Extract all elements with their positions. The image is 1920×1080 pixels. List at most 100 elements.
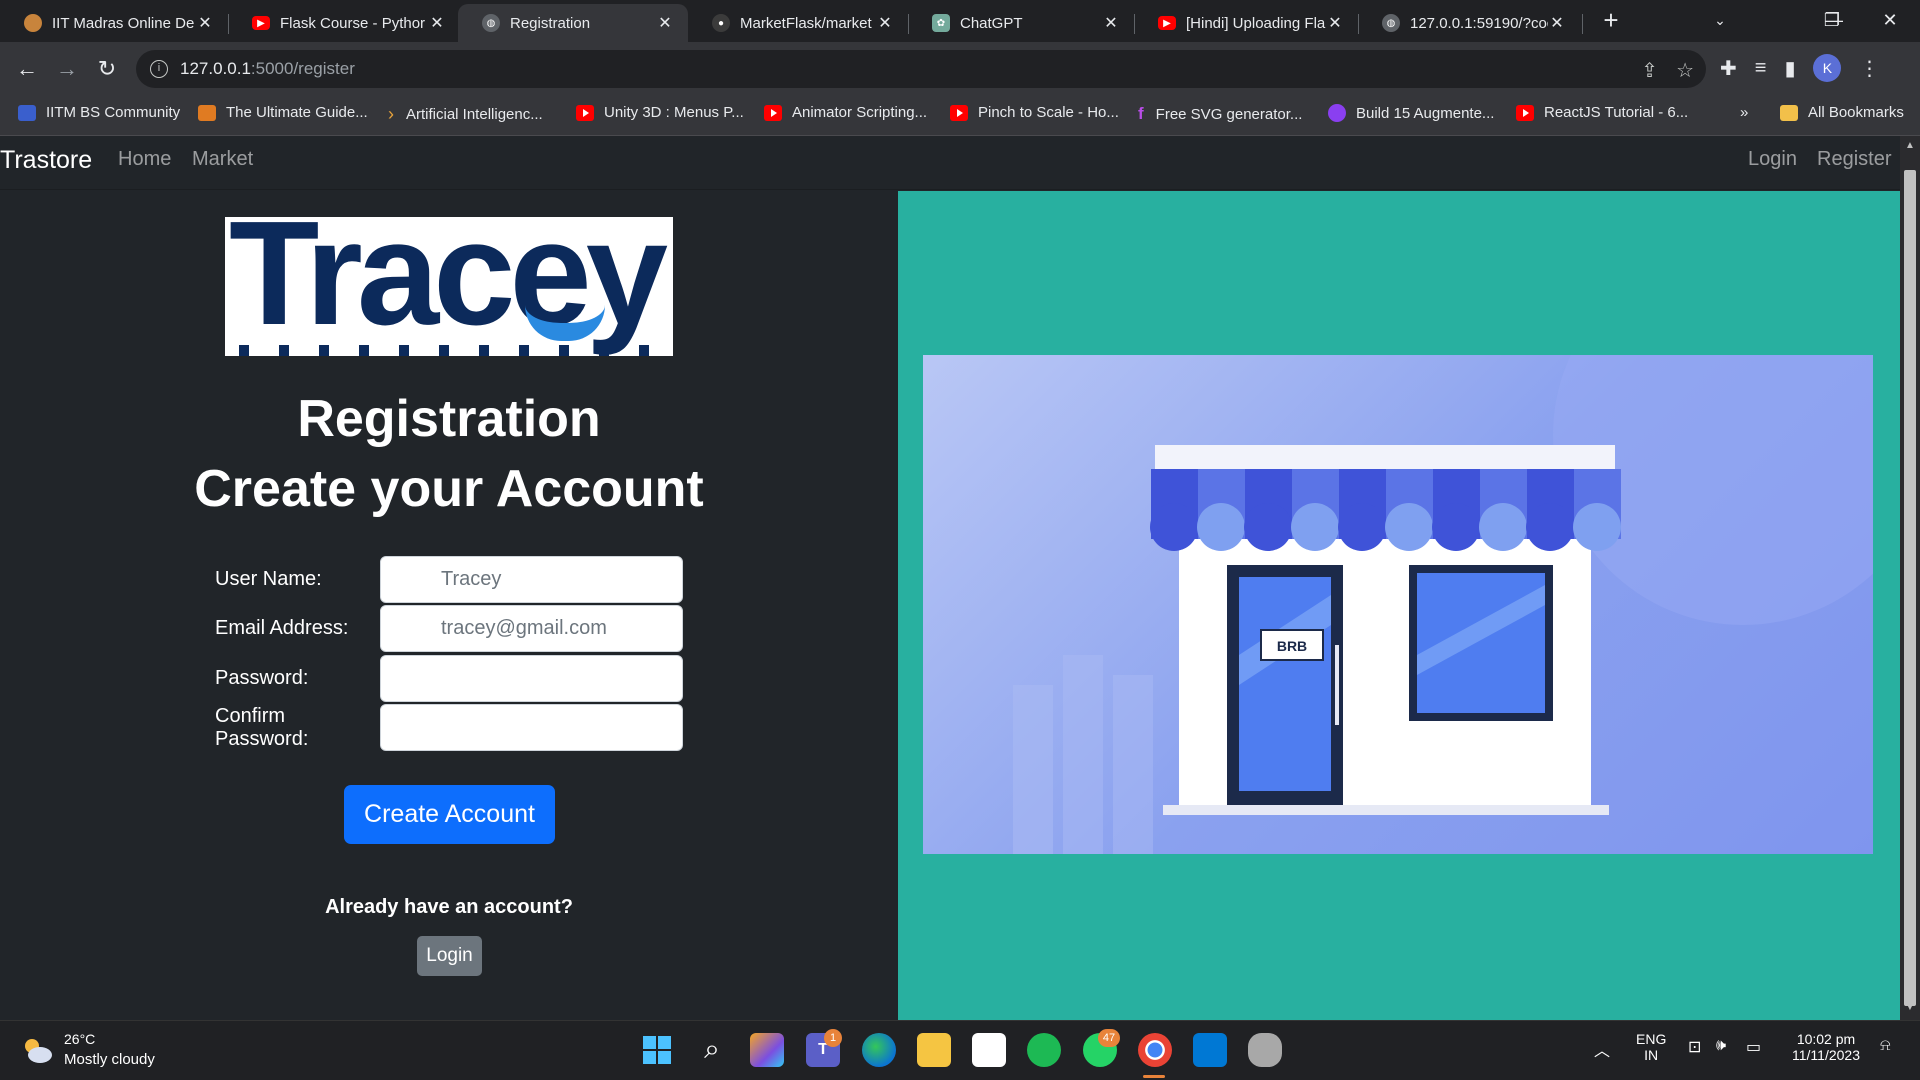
weather-description[interactable]: Mostly cloudy <box>64 1051 155 1068</box>
nav-login[interactable]: Login <box>1748 148 1797 171</box>
bookmark-label: Pinch to Scale - Ho... <box>978 104 1119 121</box>
already-have-account-text: Already have an account? <box>325 896 573 918</box>
bookmark-unity-3d[interactable]: Unity 3D : Menus P... <box>576 104 744 121</box>
copilot-icon[interactable] <box>750 1033 784 1067</box>
profile-avatar[interactable]: K <box>1813 54 1842 82</box>
nav-home[interactable]: Home <box>118 148 171 171</box>
site-info-icon[interactable]: i <box>150 60 168 78</box>
database-icon[interactable] <box>1248 1033 1282 1067</box>
bookmark-ultimate-guide[interactable]: The Ultimate Guide... <box>198 104 368 121</box>
bookmark-reactjs-tutorial[interactable]: ReactJS Tutorial - 6... <box>1516 104 1688 121</box>
bookmark-iitm-community[interactable]: IITM BS Community <box>18 104 180 121</box>
nav-market[interactable]: Market <box>192 148 253 171</box>
tab-flask-course[interactable]: ▶ Flask Course - Pythor ✕ <box>228 4 460 42</box>
browser-toolbar: ← → ↻ i 127.0.0.1:5000/register ⇪ ☆ ✚ ≡ … <box>0 42 1920 96</box>
close-icon[interactable]: ✕ <box>1548 13 1566 33</box>
store-illustration: BRB <box>923 355 1873 854</box>
scroll-thumb[interactable] <box>1904 170 1916 1006</box>
menu-kebab-icon[interactable]: ⋮ <box>1859 56 1879 81</box>
scroll-down-icon[interactable]: ▼ <box>1905 1002 1915 1013</box>
site-brand[interactable]: Trastore <box>0 146 92 175</box>
bookmark-animator-scripting[interactable]: Animator Scripting... <box>764 104 927 121</box>
chrome-active-indicator <box>1143 1075 1165 1078</box>
tab-iit-madras[interactable]: IIT Madras Online De ✕ <box>0 4 228 42</box>
all-bookmarks-folder[interactable]: All Bookmarks <box>1780 104 1904 121</box>
tab-marketflask-github[interactable]: ● MarketFlask/market ✕ <box>688 4 908 42</box>
nav-register[interactable]: Register <box>1817 148 1891 171</box>
weather-temperature[interactable]: 26°C <box>64 1031 95 1047</box>
bookmark-label: ReactJS Tutorial - 6... <box>1544 104 1689 121</box>
network-icon[interactable]: ⊡ <box>1688 1037 1701 1057</box>
close-icon[interactable]: ✕ <box>196 13 214 33</box>
address-bar[interactable]: i 127.0.0.1:5000/register ⇪ ☆ <box>136 50 1706 88</box>
github-icon: ● <box>712 14 730 32</box>
youtube-icon: ▶ <box>252 16 270 30</box>
close-icon[interactable]: ✕ <box>1102 13 1120 33</box>
edge-icon[interactable] <box>862 1033 896 1067</box>
reload-icon[interactable]: ↻ <box>92 54 122 84</box>
notification-bell-icon[interactable]: ⍾ <box>1880 1037 1891 1055</box>
create-account-button[interactable]: Create Account <box>344 785 555 844</box>
tab-chatgpt[interactable]: ✿ ChatGPT ✕ <box>908 4 1134 42</box>
volume-icon[interactable]: 🕪 <box>1716 1037 1726 1055</box>
tab-localhost-59190[interactable]: ◍ 127.0.0.1:59190/?coc ✕ <box>1358 4 1580 42</box>
scroll-up-icon[interactable]: ▲ <box>1905 140 1915 151</box>
tray-overflow-chevron-icon[interactable]: ︿ <box>1594 1037 1610 1061</box>
chrome-icon[interactable] <box>1138 1033 1172 1067</box>
extensions-puzzle-icon[interactable]: ✚ <box>1720 56 1737 81</box>
windows-taskbar: 26°C Mostly cloudy ⌕ T 1 47 ︿ ENG IN ⊡ 🕪… <box>0 1020 1920 1080</box>
back-arrow-icon[interactable]: ← <box>12 54 42 84</box>
confirm-password-row: Confirm Password: <box>215 704 683 751</box>
search-icon[interactable]: ⌕ <box>695 1033 729 1067</box>
bookmark-artificial-intelligence[interactable]: › Artificial Intelligenc... <box>388 104 543 125</box>
new-tab-icon[interactable]: + <box>1598 7 1624 34</box>
bookmark-label: IITM BS Community <box>46 104 181 121</box>
windows-start-icon[interactable] <box>640 1033 674 1067</box>
media-queue-icon[interactable]: ≡ <box>1755 57 1767 80</box>
password-input[interactable] <box>380 655 683 702</box>
weather-cloud-icon[interactable] <box>20 1035 54 1065</box>
tab-title: IIT Madras Online De <box>52 14 195 32</box>
microsoft-store-icon[interactable] <box>972 1033 1006 1067</box>
bookmark-free-svg-generator[interactable]: f Free SVG generator... <box>1138 104 1302 124</box>
bookmark-pinch-to-scale[interactable]: Pinch to Scale - Ho... <box>950 104 1119 121</box>
username-input[interactable]: Tracey <box>380 556 683 603</box>
forward-arrow-icon[interactable]: → <box>52 54 82 84</box>
login-button[interactable]: Login <box>417 936 482 976</box>
confirm-password-label: Confirm Password: <box>215 704 309 750</box>
close-icon[interactable]: ✕ <box>1326 13 1344 33</box>
whatsapp-notification-badge: 47 <box>1098 1029 1120 1047</box>
language-indicator[interactable]: ENG IN <box>1636 1031 1666 1063</box>
close-window-icon[interactable]: ✕ <box>1868 6 1912 34</box>
close-icon[interactable]: ✕ <box>428 13 446 33</box>
language-code: ENG <box>1636 1031 1667 1047</box>
spotify-icon[interactable] <box>1027 1033 1061 1067</box>
bookmark-build-15-augmented[interactable]: Build 15 Augmente... <box>1328 104 1494 122</box>
vscode-icon[interactable] <box>1193 1033 1227 1067</box>
bookmarks-bar: IITM BS Community The Ultimate Guide... … <box>0 96 1920 136</box>
confirm-password-input[interactable] <box>380 704 683 751</box>
bookmark-star-icon[interactable]: ☆ <box>1676 58 1694 83</box>
username-label: User Name: <box>215 568 322 590</box>
close-icon[interactable]: ✕ <box>656 13 674 33</box>
close-icon[interactable]: ✕ <box>876 13 894 33</box>
bookmark-label: Unity 3D : Menus P... <box>604 104 744 121</box>
side-panel-icon[interactable]: ▮ <box>1784 56 1795 81</box>
tab-search-chevron-icon[interactable]: ⌄ <box>1698 6 1742 34</box>
share-icon[interactable]: ⇪ <box>1641 58 1658 83</box>
tab-hindi-uploading[interactable]: ▶ [Hindi] Uploading Fla ✕ <box>1134 4 1358 42</box>
email-row: Email Address: tracey@gmail.com <box>215 605 683 652</box>
email-input[interactable]: tracey@gmail.com <box>380 605 683 652</box>
bookmark-label: Free SVG generator... <box>1155 105 1303 123</box>
globe-icon: ◍ <box>482 14 500 32</box>
file-explorer-icon[interactable] <box>917 1033 951 1067</box>
more-bookmarks-chevron[interactable]: » <box>1740 104 1748 121</box>
site-navbar: Trastore Home Market Login Register <box>0 136 1900 190</box>
restore-icon[interactable]: ❐ <box>1810 6 1854 34</box>
youtube-icon <box>576 104 594 121</box>
chevron-icon: › <box>388 104 394 124</box>
battery-icon[interactable]: ▭ <box>1746 1037 1761 1057</box>
tab-registration[interactable]: ◍ Registration ✕ <box>458 4 688 42</box>
clock[interactable]: 10:02 pm 11/11/2023 <box>1786 1031 1866 1063</box>
page-scrollbar[interactable]: ▲ ▼ <box>1900 136 1920 1020</box>
